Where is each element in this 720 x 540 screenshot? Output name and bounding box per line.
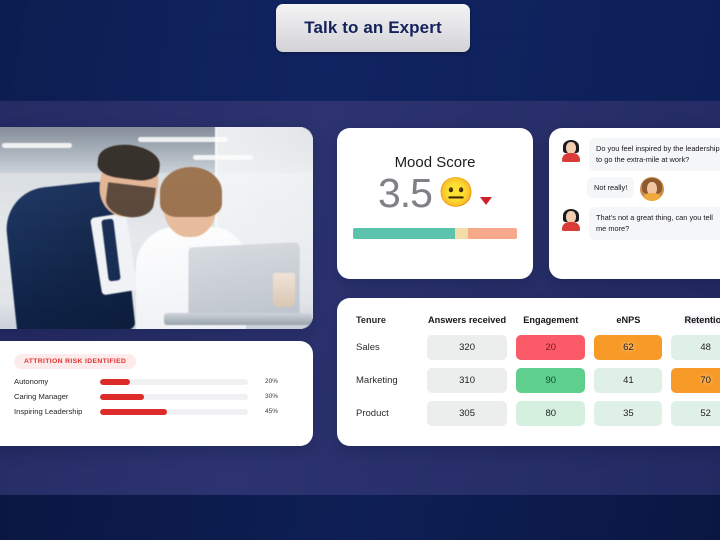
attrition-driver-fill (100, 378, 130, 385)
cell-enps: 35 (594, 401, 663, 426)
attrition-driver-row: Caring Manager 30% (14, 392, 313, 401)
mood-score-card: Mood Score 3.5 😐 (337, 128, 533, 279)
cell-engagement: 90 (516, 368, 586, 393)
attrition-driver-track (100, 393, 248, 400)
avatar-body (643, 192, 662, 201)
column-header-tenure: Tenure (356, 315, 386, 325)
chat-message: Not really! (559, 176, 720, 201)
chat-bubble: Not really! (587, 176, 635, 199)
chat-bubble: That's not a great thing, can you tell m… (589, 206, 720, 240)
mood-bar-segment-negative (467, 228, 517, 239)
trend-down-icon (480, 196, 493, 205)
metrics-table-head: Tenure Answers received Engagement eNPS … (355, 314, 720, 327)
cell-answers-received: 305 (426, 401, 508, 426)
attrition-driver-label: Autonomy (14, 377, 49, 386)
photo-overlay (0, 127, 313, 329)
metrics-table-body: Sales 320 20 62 48 Marketing 310 90 41 70 Product 3… (355, 335, 720, 426)
column-header-enps: eNPS (616, 315, 641, 325)
table-row: Product 305 80 35 52 (355, 401, 720, 426)
attrition-driver-row: Autonomy 20% (14, 377, 313, 386)
metrics-table-card: Tenure Answers received Engagement eNPS … (337, 298, 720, 446)
chat-message-list: Do you feel inspired by the leadership t… (549, 128, 720, 240)
chat-bubble: Do you feel inspired by the leadership t… (589, 138, 720, 171)
attrition-driver-fill (100, 408, 167, 415)
attrition-driver-fill (100, 393, 145, 400)
mood-score-title: Mood Score (394, 154, 476, 171)
survey-chat-card: Do you feel inspired by the leadership t… (549, 128, 720, 279)
mood-bar-segment-neutral (454, 228, 468, 239)
attrition-risk-card: ATTRITION RISK IDENTIFIED Autonomy 20% Car… (0, 341, 313, 446)
column-header-engagement: Engagement (523, 315, 579, 325)
chat-message: That's not a great thing, can you tell m… (559, 206, 720, 240)
attrition-driver-percent: 20% (264, 378, 278, 385)
cell-tenure: Product (356, 408, 389, 419)
cell-enps: 62 (594, 335, 663, 360)
talk-to-expert-button[interactable]: Talk to an Expert (276, 4, 470, 52)
cell-answers-received: 310 (426, 368, 508, 393)
avatar-body (562, 153, 580, 162)
cell-tenure: Marketing (356, 375, 398, 386)
metrics-table: Tenure Answers received Engagement eNPS … (346, 306, 720, 434)
mood-score-row: 3.5 😐 (337, 173, 533, 214)
table-row: Marketing 310 90 41 70 (355, 368, 720, 393)
attrition-driver-percent: 45% (264, 408, 278, 415)
cell-engagement: 80 (516, 401, 586, 426)
cell-hidden-metric: 48 (671, 335, 720, 360)
cell-engagement: 20 (516, 335, 586, 360)
bot-avatar (559, 206, 583, 231)
cell-enps: 41 (594, 368, 663, 393)
cell-answers-received: 320 (426, 335, 508, 360)
table-row: Sales 320 20 62 48 (355, 335, 720, 360)
mood-bar-segment-positive (353, 228, 455, 239)
office-photo (0, 127, 313, 329)
cell-hidden-metric: 52 (671, 401, 720, 426)
cell-tenure: Sales (356, 342, 380, 353)
metrics-header-row: Tenure Answers received Engagement eNPS … (355, 314, 720, 327)
attrition-driver-label: Inspiring Leadership (14, 407, 83, 416)
cell-hidden-metric: 70 (671, 368, 720, 393)
attrition-risk-badge: ATTRITION RISK IDENTIFIED (14, 354, 137, 369)
mood-distribution-bar (353, 228, 517, 239)
neutral-face-icon: 😐 (437, 177, 475, 209)
attrition-driver-list: Autonomy 20% Caring Manager 30% Inspiring Le… (14, 377, 313, 416)
background-band-bottom (0, 495, 720, 540)
hero-stage: Talk to an Expert Mood Score 3.5 😐 Do yo… (0, 0, 720, 540)
attrition-driver-track (100, 408, 248, 415)
chat-message: Do you feel inspired by the leadership t… (559, 138, 720, 171)
column-header-hidden: Retention (684, 315, 720, 325)
mood-score-value: 3.5 (377, 170, 433, 216)
user-avatar (640, 176, 665, 201)
column-header-answers-received: Answers received (427, 315, 507, 325)
attrition-driver-row: Inspiring Leadership 45% (14, 407, 313, 416)
attrition-driver-percent: 30% (264, 393, 278, 400)
attrition-driver-label: Caring Manager (14, 392, 69, 401)
office-photo-card (0, 127, 313, 329)
attrition-driver-track (100, 378, 248, 385)
avatar-body (562, 221, 580, 231)
bot-avatar (559, 138, 583, 162)
